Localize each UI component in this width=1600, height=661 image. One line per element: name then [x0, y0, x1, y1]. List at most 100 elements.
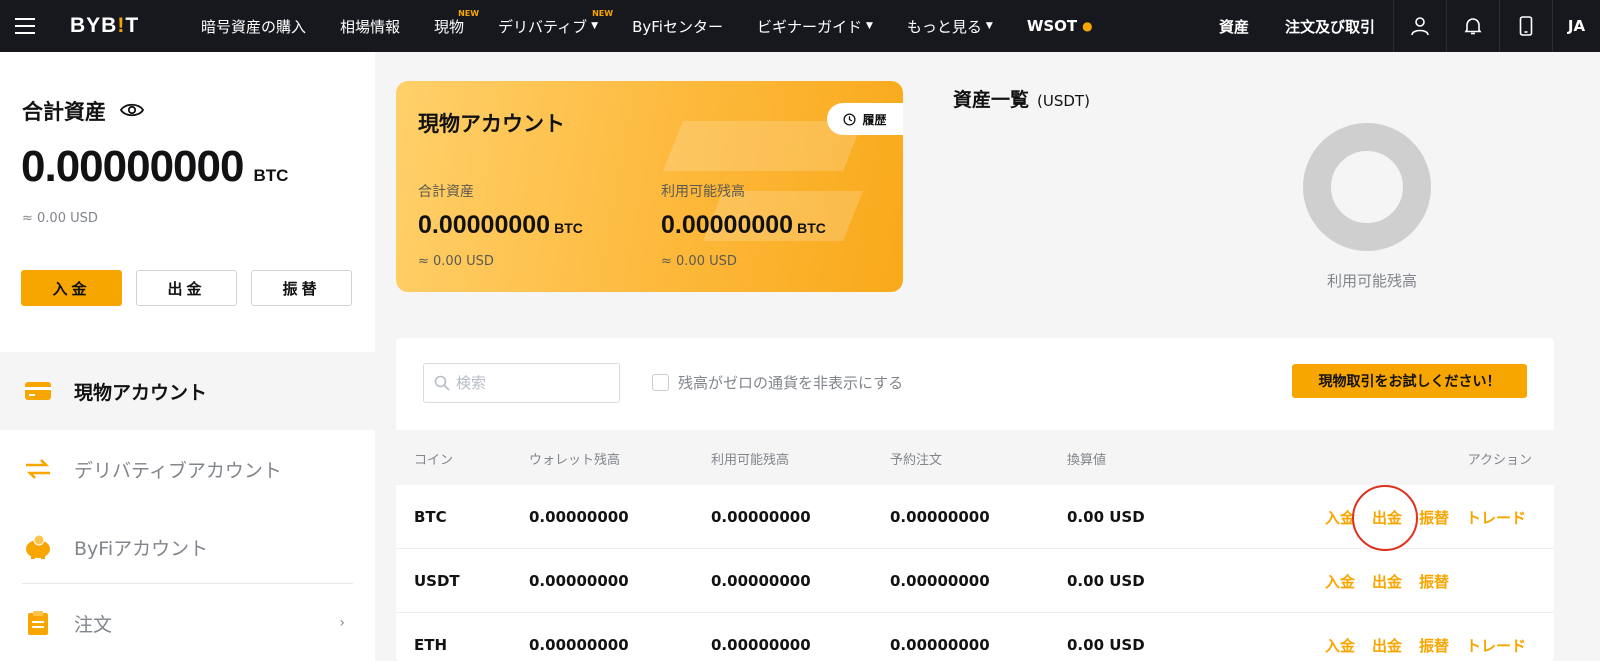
menu-icon[interactable]	[0, 0, 50, 52]
nav-item-wsot[interactable]: WSOT ●	[1010, 0, 1110, 52]
bybit-logo[interactable]: BYB!T	[70, 14, 160, 38]
table-row: ETH 0.00000000 0.00000000 0.00000000 0.0…	[396, 613, 1554, 661]
row-actions: 入金 出金 振替 トレード	[1308, 485, 1526, 551]
wallet-balance: 0.00000000	[529, 572, 629, 590]
spot-account-card: 現物アカウント 履歴 合計資産 0.00000000 BTC ≈ 0.00 USD…	[396, 81, 903, 292]
sidebar-item-byfi-account[interactable]: ByFiアカウント	[0, 508, 375, 586]
row-withdraw-link[interactable]: 出金	[1352, 485, 1419, 551]
top-navbar: BYB!T 暗号資産の購入 相場情報 現物 NEW デリバティブ ▼ NEW ByFi…	[0, 0, 1600, 52]
search-input[interactable]	[456, 374, 606, 392]
hide-zero-checkbox[interactable]	[652, 374, 669, 391]
order-amount: 0.00000000	[890, 572, 990, 590]
available-balance: 0.00000000	[711, 508, 811, 526]
caret-down-icon: ▼	[865, 21, 873, 31]
order-amount: 0.00000000	[890, 508, 990, 526]
sidebar-item-derivatives-account[interactable]: デリバティブアカウント	[0, 430, 375, 508]
language-selector[interactable]: JA	[1552, 0, 1600, 52]
caret-down-icon: ▼	[985, 21, 993, 31]
asset-overview-title: 資産一覧 (USDT)	[953, 89, 1090, 111]
wallet-balance: 0.00000000	[529, 636, 629, 654]
total-assets-title: 合計資産	[22, 96, 145, 126]
flame-icon: ●	[1082, 19, 1093, 33]
row-withdraw-link[interactable]: 出金	[1372, 635, 1402, 656]
table-row: USDT 0.00000000 0.00000000 0.00000000 0.…	[396, 549, 1554, 613]
col-available-balance: 利用可能残高	[711, 453, 790, 468]
nav-assets[interactable]: 資産	[1201, 16, 1267, 37]
sidebar-item-orders[interactable]: 注文 ›	[0, 584, 375, 661]
coin-name: USDT	[414, 572, 460, 590]
deposit-button[interactable]: 入金	[21, 270, 122, 306]
card-icon	[24, 377, 52, 405]
col-actions: アクション	[1467, 453, 1532, 468]
col-order: 予約注文	[890, 453, 943, 468]
eye-icon[interactable]	[119, 99, 145, 123]
mobile-icon[interactable]	[1499, 0, 1552, 52]
usd-value: 0.00 USD	[1067, 636, 1145, 654]
row-actions: 入金 出金 振替 トレード	[1308, 635, 1526, 656]
col-coin: コイン	[414, 453, 454, 468]
spot-available-balance: 利用可能残高 0.00000000 BTC ≈ 0.00 USD	[661, 184, 826, 269]
history-button[interactable]: 履歴	[827, 103, 903, 135]
try-spot-trading-button[interactable]: 現物取引をお試しください！	[1292, 364, 1527, 398]
wallet-balance: 0.00000000	[529, 508, 629, 526]
nav-item-buy-crypto[interactable]: 暗号資産の購入	[184, 0, 323, 52]
chevron-right-icon: ›	[339, 615, 345, 631]
row-trade-link[interactable]: トレード	[1466, 507, 1526, 528]
swap-arrows-icon	[24, 455, 52, 483]
available-balance: 0.00000000	[711, 572, 811, 590]
usd-value: 0.00 USD	[1067, 572, 1145, 590]
caret-down-icon: ▼	[591, 21, 599, 31]
row-trade-link[interactable]: トレード	[1466, 635, 1526, 656]
nav-menu: 暗号資産の購入 相場情報 現物 NEW デリバティブ ▼ NEW ByFiセンター ビ…	[184, 0, 1110, 52]
col-wallet-balance: ウォレット残高	[529, 453, 621, 468]
nav-item-markets[interactable]: 相場情報	[323, 0, 417, 52]
search-box[interactable]	[423, 363, 620, 403]
coin-name: BTC	[414, 508, 447, 526]
new-badge: NEW	[592, 9, 614, 18]
clipboard-icon	[24, 609, 52, 637]
total-balance-usd: ≈ 0.00 USD	[22, 211, 98, 226]
sidebar: 合計資産 0.00000000 BTC ≈ 0.00 USD 入金 出金 振替 現…	[0, 52, 375, 661]
row-transfer-link[interactable]: 振替	[1419, 571, 1449, 592]
row-transfer-link[interactable]: 振替	[1419, 507, 1449, 528]
bell-icon[interactable]	[1446, 0, 1499, 52]
donut-label: 利用可能残高	[1326, 272, 1418, 290]
hide-zero-toggle[interactable]: 残高がゼロの通貨を非表示にする	[652, 372, 903, 393]
row-deposit-link[interactable]: 入金	[1325, 507, 1355, 528]
donut-ring	[1303, 123, 1431, 251]
table-header: コイン ウォレット残高 利用可能残高 予約注文 換算値 アクション	[396, 430, 1554, 485]
row-withdraw-link[interactable]: 出金	[1372, 571, 1402, 592]
row-deposit-link[interactable]: 入金	[1325, 571, 1355, 592]
transfer-button[interactable]: 振替	[251, 270, 352, 306]
nav-item-spot[interactable]: 現物 NEW	[417, 0, 481, 52]
clock-icon	[843, 112, 857, 126]
sidebar-item-spot-account[interactable]: 現物アカウント	[0, 352, 375, 430]
row-deposit-link[interactable]: 入金	[1325, 635, 1355, 656]
row-transfer-link[interactable]: 振替	[1419, 635, 1449, 656]
nav-right: 資産 注文及び取引 JA	[1201, 0, 1600, 52]
search-icon	[434, 375, 450, 391]
piggy-bank-icon	[24, 533, 52, 561]
highlight-circle	[1352, 485, 1419, 551]
account-actions: 入金 出金 振替	[21, 270, 352, 306]
usd-value: 0.00 USD	[1067, 508, 1145, 526]
table-row: BTC 0.00000000 0.00000000 0.00000000 0.0…	[396, 485, 1554, 551]
user-icon[interactable]	[1393, 0, 1446, 52]
coin-name: ETH	[414, 636, 448, 654]
table-toolbar: 残高がゼロの通貨を非表示にする 現物取引をお試しください！	[396, 338, 1554, 430]
nav-item-beginner-guide[interactable]: ビギナーガイド ▼	[740, 0, 890, 52]
new-badge: NEW	[458, 9, 480, 18]
available-balance: 0.00000000	[711, 636, 811, 654]
asset-table-panel: 残高がゼロの通貨を非表示にする 現物取引をお試しください！ コイン ウォレット残…	[396, 338, 1554, 661]
nav-orders[interactable]: 注文及び取引	[1267, 16, 1393, 37]
row-actions: 入金 出金 振替	[1308, 571, 1449, 592]
col-value: 換算値	[1067, 453, 1107, 468]
nav-item-more[interactable]: もっと見る ▼	[890, 0, 1010, 52]
spot-total-assets: 合計資産 0.00000000 BTC ≈ 0.00 USD	[418, 184, 583, 269]
total-balance: 0.00000000 BTC	[21, 142, 289, 191]
nav-item-derivatives[interactable]: デリバティブ ▼ NEW	[481, 0, 615, 52]
withdraw-button[interactable]: 出金	[136, 270, 237, 306]
nav-item-byfi-center[interactable]: ByFiセンター	[615, 0, 740, 52]
spot-card-title: 現物アカウント	[418, 112, 565, 136]
asset-donut-chart	[1303, 123, 1431, 251]
